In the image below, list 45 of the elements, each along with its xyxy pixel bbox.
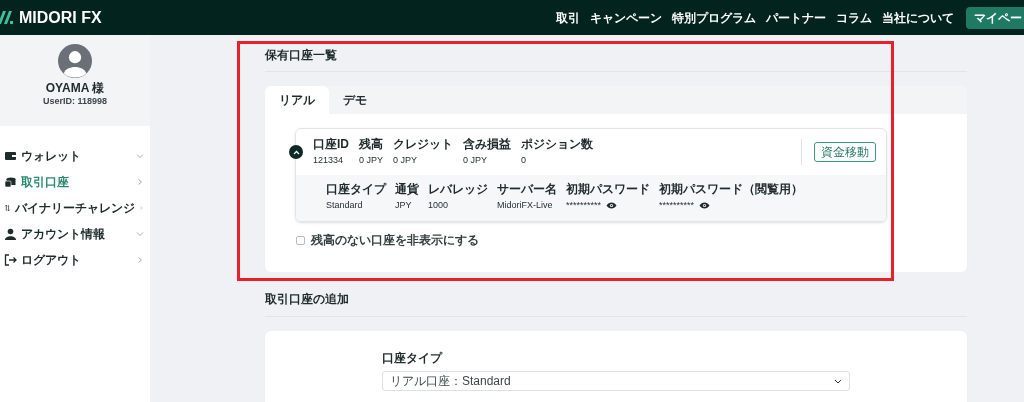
tab[interactable]: リアル <box>265 86 329 114</box>
password-value: ********** <box>659 199 695 212</box>
column-value: 0 <box>521 153 528 167</box>
column-label: 含み損益 <box>463 136 511 152</box>
column-label: レバレッジ <box>428 182 488 197</box>
my-page-button[interactable]: マイペー <box>966 6 1024 29</box>
column-value: 1000 <box>428 199 450 212</box>
sidebar-item[interactable]: ウォレット <box>0 143 150 169</box>
account-type-select[interactable]: リアル口座：Standard <box>382 371 850 391</box>
column-value: JPY <box>395 199 413 212</box>
column-label: 口座タイプ <box>326 182 386 197</box>
column-value: 0 JPY <box>359 153 383 167</box>
logo-text: MIDORI FX <box>19 7 102 28</box>
column-value: MidoriFX-Live <box>497 199 554 212</box>
column-value: 0 JPY <box>463 153 489 167</box>
sidebar-item[interactable]: 取引口座 <box>0 169 150 195</box>
column-label: 初期パスワード（閲覧用） <box>659 182 803 197</box>
sidebar-item[interactable]: アカウント情報 <box>0 221 150 247</box>
column-value: 0 JPY <box>393 153 419 167</box>
column-label: ポジション数 <box>521 136 593 152</box>
column-label: 通貨 <box>395 182 419 197</box>
user-id: UserID: 118998 <box>42 95 107 107</box>
nav-link[interactable]: コラム <box>836 8 872 27</box>
tab[interactable]: デモ <box>329 86 381 114</box>
column-label: サーバー名 <box>497 182 557 197</box>
nav-link[interactable]: 特別プログラム <box>672 8 756 27</box>
nav-link[interactable]: キャンペーン <box>590 8 662 27</box>
sidebar-item[interactable]: ログアウト <box>0 247 150 273</box>
nav-link[interactable]: 取引 <box>556 8 580 27</box>
user-name: OYAMA 様 <box>45 81 105 95</box>
section-title: 取引口座の追加 <box>265 290 967 317</box>
column-label: クレジット <box>393 136 453 152</box>
column-value: Standard <box>326 199 364 212</box>
transfer-funds-button[interactable]: 資金移動 <box>814 142 876 162</box>
checkbox-label: 残高のない口座を非表示にする <box>311 232 479 249</box>
column-label: 口座ID <box>313 136 349 152</box>
nav-link[interactable]: パートナー <box>766 8 826 27</box>
column-label: 残高 <box>359 136 383 152</box>
field-label: 口座タイプ <box>382 350 444 367</box>
section-title: 保有口座一覧 <box>265 35 967 72</box>
nav-link[interactable]: 当社について <box>882 8 954 27</box>
column-value: 121334 <box>313 153 345 167</box>
sidebar-item[interactable]: バイナリーチャレンジ <box>0 195 150 221</box>
password-value: ********** <box>566 199 602 212</box>
column-label: 初期パスワード <box>566 182 650 197</box>
